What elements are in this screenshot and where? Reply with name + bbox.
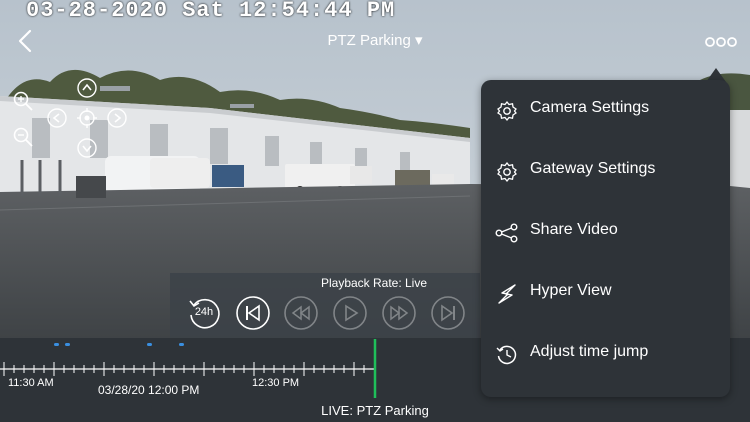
pan-down-icon[interactable] — [76, 137, 98, 159]
menu-item-label: Share Video — [530, 221, 618, 238]
playback-controls: Playback Rate: Live 24h — [170, 273, 480, 338]
event-markers — [54, 343, 184, 346]
pan-left-icon[interactable] — [46, 107, 68, 129]
gear-icon — [497, 100, 517, 122]
rewind-24h-label: 24h — [194, 306, 214, 318]
menu-item-label: Hyper View — [530, 282, 612, 299]
camera-title-dropdown[interactable]: PTZ Parking ▾ — [0, 31, 750, 49]
menu-item-label: Adjust time jump — [530, 343, 649, 360]
ptz-controls — [8, 74, 140, 170]
timeline-label-1230: 12:30 PM — [252, 377, 300, 389]
menu-item-label: Gateway Settings — [530, 160, 656, 177]
timeline-current-date: 03/28/20 12:00 PM — [98, 383, 200, 397]
menu-item-label: Camera Settings — [530, 99, 650, 116]
fast-forward-icon[interactable] — [381, 295, 417, 331]
pan-up-icon[interactable] — [76, 77, 98, 99]
menu-item-gateway-settings[interactable]: Gateway Settings — [481, 144, 730, 198]
skip-to-end-icon[interactable] — [430, 295, 466, 331]
camera-viewer: 03-28-2020 Sat 12:54:44 PM PTZ Parking ▾ — [0, 0, 750, 422]
fast-rewind-icon[interactable] — [283, 295, 319, 331]
menu-item-hyper-view[interactable]: Hyper View — [481, 266, 730, 320]
zoom-out-icon[interactable] — [12, 126, 34, 148]
menu-item-adjust-time-jump[interactable]: Adjust time jump — [481, 327, 730, 381]
gear-icon — [497, 161, 517, 183]
pan-right-icon[interactable] — [106, 107, 128, 129]
top-bar: PTZ Parking ▾ — [0, 20, 750, 64]
more-options-icon[interactable] — [704, 32, 738, 52]
rewind-24h-button[interactable]: 24h — [186, 295, 222, 331]
play-icon[interactable] — [332, 295, 368, 331]
live-camera-label: LIVE: PTZ Parking — [321, 403, 429, 418]
history-clock-icon — [496, 345, 517, 365]
ptz-center-icon[interactable] — [76, 107, 98, 129]
skip-to-start-icon[interactable] — [235, 295, 271, 331]
options-menu: Camera Settings Gateway Settings Share V… — [481, 80, 730, 397]
zoom-in-icon[interactable] — [12, 90, 34, 112]
menu-item-share-video[interactable]: Share Video — [481, 205, 730, 259]
timeline-label-1130: 11:30 AM — [8, 377, 54, 389]
share-icon — [495, 223, 518, 243]
lightning-icon — [498, 284, 516, 304]
menu-item-camera-settings[interactable]: Camera Settings — [481, 83, 730, 137]
